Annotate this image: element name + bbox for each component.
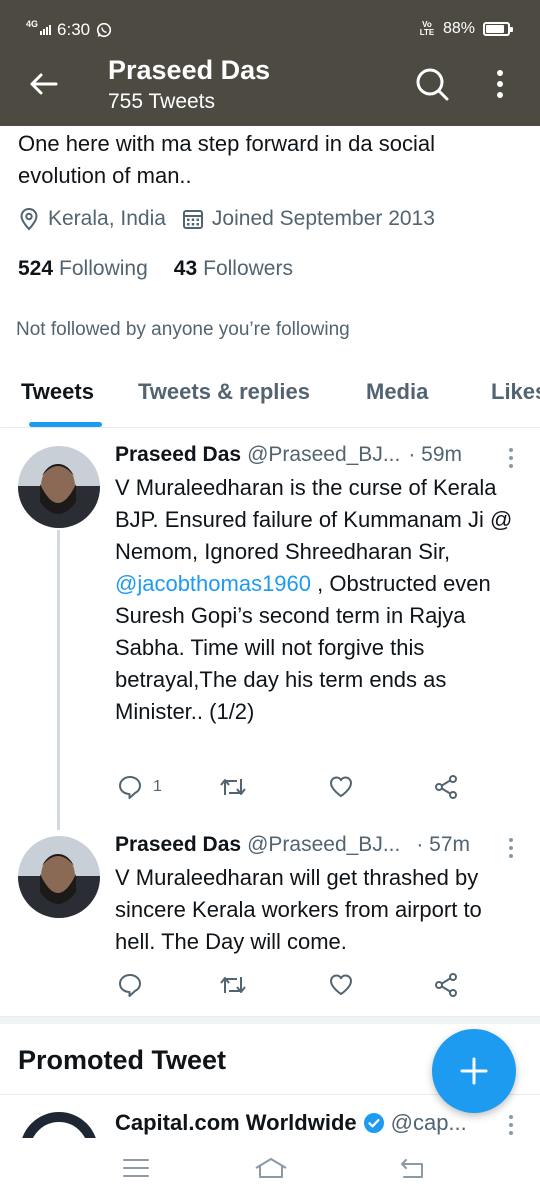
retweet-button[interactable] [218, 774, 248, 800]
following-label: Following [59, 257, 148, 280]
tweet-more-icon[interactable] [504, 836, 518, 860]
home-outline-icon[interactable] [253, 1156, 289, 1180]
more-vertical-icon[interactable] [490, 66, 510, 102]
tweet-timestamp: · 59m [408, 443, 463, 466]
tweet-actions [115, 972, 515, 1002]
tweet-actions: 1 [115, 774, 515, 804]
like-icon [330, 974, 352, 995]
section-divider [0, 1016, 540, 1024]
follow-stats: 524 Following 43 Followers [18, 257, 293, 281]
signal-bars-icon [40, 25, 52, 35]
reply-icon [119, 974, 141, 997]
thread-connector [57, 530, 60, 830]
retweet-icon [220, 977, 246, 993]
avatar[interactable] [18, 836, 100, 918]
avatar-image [18, 446, 100, 528]
profile-location: Kerala, India [48, 207, 166, 230]
status-bar: 4G 6:30 Vo LTE 88% [0, 0, 540, 60]
profile-name-title: Praseed Das [108, 55, 271, 85]
followers-link[interactable]: 43 Followers [174, 257, 293, 281]
like-button[interactable] [328, 774, 354, 800]
tweet-text: V Muraleedharan will get thrashed by sin… [115, 865, 482, 954]
profile-bio: One here with ma step forward in da soci… [18, 131, 435, 188]
retweet-icon [220, 779, 246, 795]
share-icon [435, 775, 457, 799]
tab-tweets-replies[interactable]: Tweets & replies [138, 379, 310, 405]
share-button[interactable] [433, 774, 459, 800]
tweet-author-handle[interactable]: @Praseed_BJ... [247, 833, 400, 857]
system-nav-bar [0, 1138, 540, 1200]
verified-badge-icon [363, 1113, 384, 1133]
avatar[interactable] [18, 446, 100, 528]
network-type: 4G [26, 19, 39, 29]
following-count: 524 [18, 257, 54, 280]
like-button[interactable] [328, 972, 354, 998]
volte-indicator: Vo LTE [419, 20, 435, 37]
share-button[interactable] [433, 972, 459, 998]
reply-button[interactable]: 1 [117, 774, 162, 800]
reply-count: 1 [153, 778, 162, 795]
tweet-count: 755 Tweets [108, 90, 216, 113]
tweet-header: Praseed Das @Praseed_BJ... · 57m [115, 833, 470, 857]
tab-media[interactable]: Media [366, 379, 428, 405]
mention-link[interactable]: @jacobthomas1960 [115, 571, 311, 596]
tweet-text: V Muraleedharan is the curse of Kerala B… [115, 472, 525, 728]
back-nav-icon[interactable] [396, 1156, 426, 1180]
menu-lines-icon[interactable] [121, 1156, 151, 1180]
active-tab-indicator [29, 422, 102, 427]
tweet-timestamp: · 57m [416, 833, 471, 856]
tab-tweets[interactable]: Tweets [21, 379, 94, 405]
reply-button[interactable] [117, 972, 153, 998]
profile-meta: Kerala, India Joined September 2013 [18, 207, 451, 231]
avatar-image [18, 836, 100, 918]
promoted-tweet-header: Capital.com Worldwide @cap... [115, 1110, 467, 1136]
compose-tweet-button[interactable] [432, 1029, 516, 1113]
promoted-author-name[interactable]: Capital.com Worldwide [115, 1110, 357, 1136]
status-time: 6:30 [57, 20, 91, 39]
search-icon[interactable] [413, 65, 451, 103]
tweet-more-icon[interactable] [504, 446, 518, 470]
tweet-author-handle[interactable]: @Praseed_BJ... [247, 443, 400, 467]
profile-tabs: Tweets Tweets & replies Media Likes [0, 362, 540, 428]
retweet-button[interactable] [218, 972, 248, 998]
tweet-header: Praseed Das @Praseed_BJ... · 59m [115, 443, 462, 467]
tweet-text-part: V Muraleedharan is the curse of Kerala B… [115, 475, 513, 564]
calendar-icon [182, 210, 203, 229]
tweet-more-icon[interactable] [504, 1113, 518, 1137]
location-pin-icon [20, 207, 38, 231]
profile-joined-date: Joined September 2013 [211, 207, 435, 230]
tab-likes[interactable]: Likes [491, 379, 540, 405]
whatsapp-icon [97, 22, 112, 38]
following-link[interactable]: 524 Following [18, 257, 148, 281]
tweet-author-name[interactable]: Praseed Das [115, 443, 241, 467]
share-icon [435, 973, 457, 997]
app-header: 4G 6:30 Vo LTE 88% Praseed Das 755 Tweet… [0, 0, 540, 126]
back-arrow-icon[interactable] [26, 66, 62, 102]
tweet-author-name[interactable]: Praseed Das [115, 833, 241, 857]
not-followed-notice: Not followed by anyone you’re following [16, 319, 350, 340]
battery-icon [483, 22, 513, 36]
followers-count: 43 [173, 257, 198, 280]
reply-icon [119, 776, 141, 799]
like-icon [330, 776, 352, 797]
compose-plus-icon [460, 1057, 488, 1085]
promoted-author-handle[interactable]: @cap... [391, 1110, 467, 1136]
followers-label: Followers [203, 257, 293, 280]
signal-indicator: 4G [26, 20, 52, 35]
battery-percent: 88% [442, 20, 475, 37]
promoted-tweet-heading: Promoted Tweet [18, 1045, 227, 1075]
